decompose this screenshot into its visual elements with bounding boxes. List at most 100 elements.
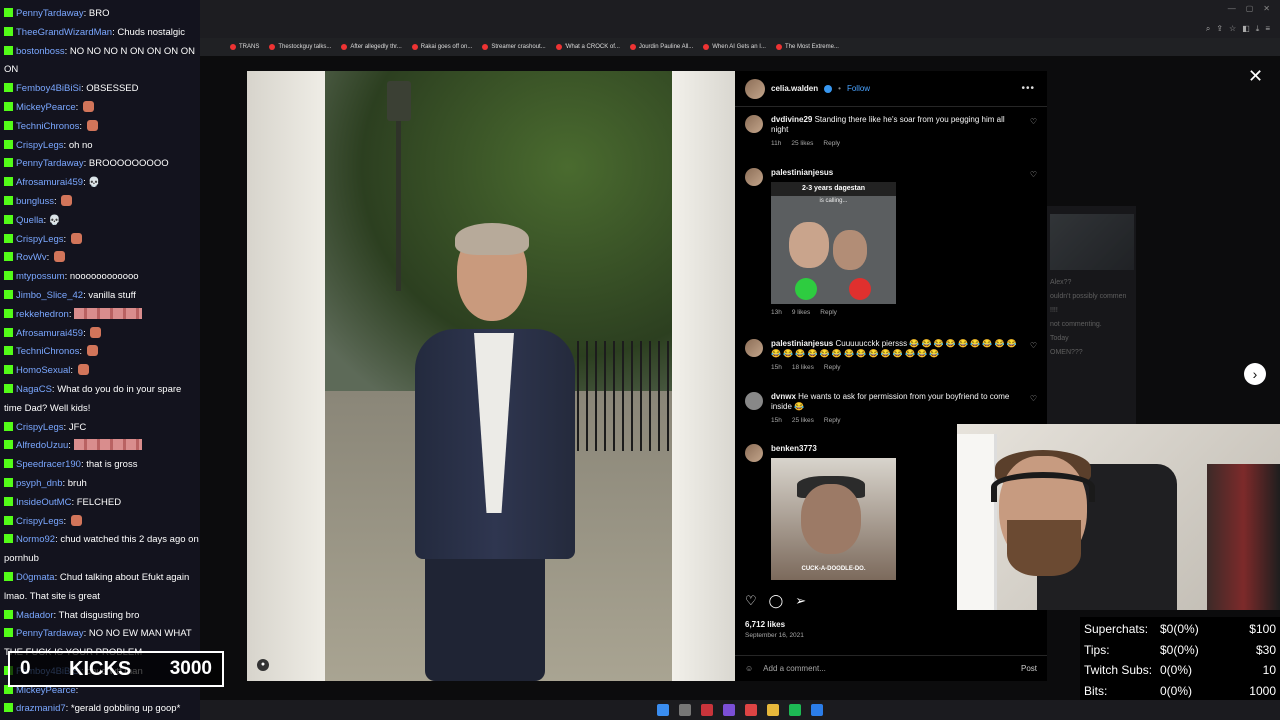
app-icon[interactable] — [811, 704, 823, 716]
chat-username[interactable]: TechniChronos — [16, 121, 79, 132]
like-heart-icon[interactable]: ♡ — [1030, 117, 1037, 149]
chat-username[interactable]: Madador — [16, 610, 54, 621]
comment-username[interactable]: palestinianjesus — [771, 168, 833, 177]
comment-reply[interactable]: Reply — [824, 363, 841, 373]
discord-icon[interactable] — [723, 704, 735, 716]
chat-username[interactable]: CrispyLegs — [16, 234, 64, 245]
comment-username[interactable]: dvnwx — [771, 392, 796, 401]
chat-username[interactable]: NagaCS — [16, 384, 52, 395]
chat-username[interactable]: PennyTardaway — [16, 628, 84, 639]
comment-likes[interactable]: 18 likes — [792, 363, 814, 373]
like-heart-icon[interactable]: ♡ — [1030, 170, 1037, 318]
stat-row: Tips: $0(0%) $30 — [1084, 640, 1276, 661]
star-icon[interactable]: ☆ — [1229, 24, 1236, 34]
comment-image[interactable]: 2-3 years dagestan is calling... — [771, 182, 896, 304]
likes-count[interactable]: 6,712 likes — [745, 620, 785, 629]
search-icon[interactable] — [679, 704, 691, 716]
chat-message: InsideOutMC: FELCHED — [0, 494, 200, 513]
comment-username[interactable]: dvdivine29 — [771, 115, 812, 124]
chat-username[interactable]: MickeyPearce — [16, 102, 76, 113]
maximize-icon[interactable]: ▢ — [1246, 4, 1254, 13]
download-icon[interactable]: ⤓ — [1256, 24, 1260, 34]
chat-username[interactable]: CrispyLegs — [16, 516, 64, 527]
kicks-goal-overlay: 0 KICKS 3000 — [8, 651, 224, 687]
comment-reply[interactable]: Reply — [824, 416, 841, 426]
share-icon[interactable]: ⇪ — [1216, 24, 1223, 34]
post-button[interactable]: Post — [1021, 664, 1037, 673]
folder-icon[interactable] — [767, 704, 779, 716]
bookmark-item[interactable]: 'What a CROCK of... — [555, 44, 620, 50]
chat-username[interactable]: Normo92 — [16, 534, 55, 545]
author-avatar[interactable] — [745, 78, 765, 99]
bookmark-item[interactable]: After allegedly thr... — [341, 44, 402, 50]
chat-username[interactable]: rekkehedron — [16, 309, 69, 320]
chat-username[interactable]: CrispyLegs — [16, 422, 64, 433]
chat-username[interactable]: RovWv — [16, 252, 47, 263]
zoom-icon[interactable]: ⌕ — [1206, 24, 1210, 34]
commenter-avatar[interactable] — [745, 444, 763, 462]
bookmark-item[interactable]: Thestockguy talks... — [269, 44, 331, 50]
comment-image[interactable]: CUCK-A-DOODLE-DO. — [771, 458, 896, 580]
follow-button[interactable]: Follow — [847, 84, 870, 93]
chat-username[interactable]: CrispyLegs — [16, 140, 64, 151]
chat-username[interactable]: bungluss — [16, 196, 54, 207]
bookmark-item[interactable]: TRANS — [230, 44, 259, 50]
comment-reply[interactable]: Reply — [823, 139, 840, 149]
chat-username[interactable]: PennyTardaway — [16, 8, 84, 19]
like-heart-icon[interactable]: ♡ — [1030, 394, 1037, 426]
chat-username[interactable]: D0gmata — [16, 572, 55, 583]
chat-username[interactable]: mtypossum — [16, 271, 65, 282]
chrome-icon[interactable] — [745, 704, 757, 716]
chat-username[interactable]: Femboy4BiBiSi — [16, 83, 81, 94]
comment-icon[interactable]: ◯ — [769, 593, 784, 609]
more-options-icon[interactable]: ••• — [1021, 83, 1035, 94]
chat-username[interactable]: Afrosamurai459 — [16, 177, 83, 188]
like-icon[interactable]: ♡ — [745, 593, 757, 609]
comment-likes[interactable]: 25 likes — [791, 139, 813, 149]
chat-emote-icon — [70, 232, 82, 244]
chat-username[interactable]: Quella — [16, 215, 43, 226]
bookmark-item[interactable]: Jourdin Pauline All... — [629, 44, 693, 50]
like-heart-icon[interactable]: ♡ — [1030, 341, 1037, 373]
next-post-icon[interactable]: › — [1244, 363, 1266, 385]
comment-time: 15h — [771, 417, 782, 424]
commenter-avatar[interactable] — [745, 392, 763, 410]
menu-icon[interactable]: ≡ — [1265, 24, 1270, 34]
spotify-icon[interactable] — [789, 704, 801, 716]
comment-likes[interactable]: 9 likes — [792, 308, 810, 318]
comment-reply[interactable]: Reply — [820, 308, 837, 318]
commenter-avatar[interactable] — [745, 115, 763, 133]
close-modal-icon[interactable]: ✕ — [1248, 66, 1263, 87]
bookmark-item[interactable]: When AI Gets an I... — [703, 44, 766, 50]
bookmark-item[interactable]: The Most Extreme... — [775, 44, 839, 50]
share-icon[interactable]: ➢ — [795, 593, 806, 609]
close-window-icon[interactable]: ✕ — [1263, 4, 1270, 13]
comment-likes[interactable]: 25 likes — [792, 416, 814, 426]
author-name[interactable]: celia.walden — [771, 84, 818, 93]
chat-username[interactable]: InsideOutMC — [16, 497, 71, 508]
bookmark-item[interactable]: Rakai goes off on... — [411, 44, 472, 50]
chat-username[interactable]: Speedracer190 — [16, 459, 81, 470]
chat-username[interactable]: AlfredoUzuu — [16, 440, 68, 451]
comment-username[interactable]: benken3773 — [771, 444, 817, 453]
commenter-avatar[interactable] — [745, 339, 763, 357]
chat-username[interactable]: PennyTardaway — [16, 158, 84, 169]
chat-username[interactable]: Afrosamurai459 — [16, 328, 83, 339]
add-comment-input[interactable]: Add a comment... — [763, 664, 826, 673]
comment-username[interactable]: palestinianjesus — [771, 339, 833, 348]
chat-username[interactable]: Jimbo_Slice_42 — [16, 290, 83, 301]
chat-username[interactable]: HomoSexual — [16, 365, 70, 376]
minimize-icon[interactable]: — — [1228, 4, 1236, 13]
app-icon[interactable] — [701, 704, 713, 716]
tagged-user-icon[interactable]: ● — [257, 659, 269, 671]
chat-username[interactable]: TechniChronos — [16, 346, 79, 357]
chat-username[interactable]: TheeGrandWizardMan — [16, 27, 112, 38]
windows-start-icon[interactable] — [657, 704, 669, 716]
commenter-avatar[interactable] — [745, 168, 763, 186]
emoji-icon[interactable]: ☺ — [745, 664, 753, 673]
chat-username[interactable]: psyph_dnb — [16, 478, 62, 489]
bookmark-item[interactable]: Streamer crashout... — [482, 44, 546, 50]
chat-username[interactable]: bostonboss — [16, 46, 65, 57]
extension-icon[interactable]: ◧ — [1242, 24, 1250, 34]
chat-username[interactable]: drazmanid7 — [16, 703, 66, 714]
